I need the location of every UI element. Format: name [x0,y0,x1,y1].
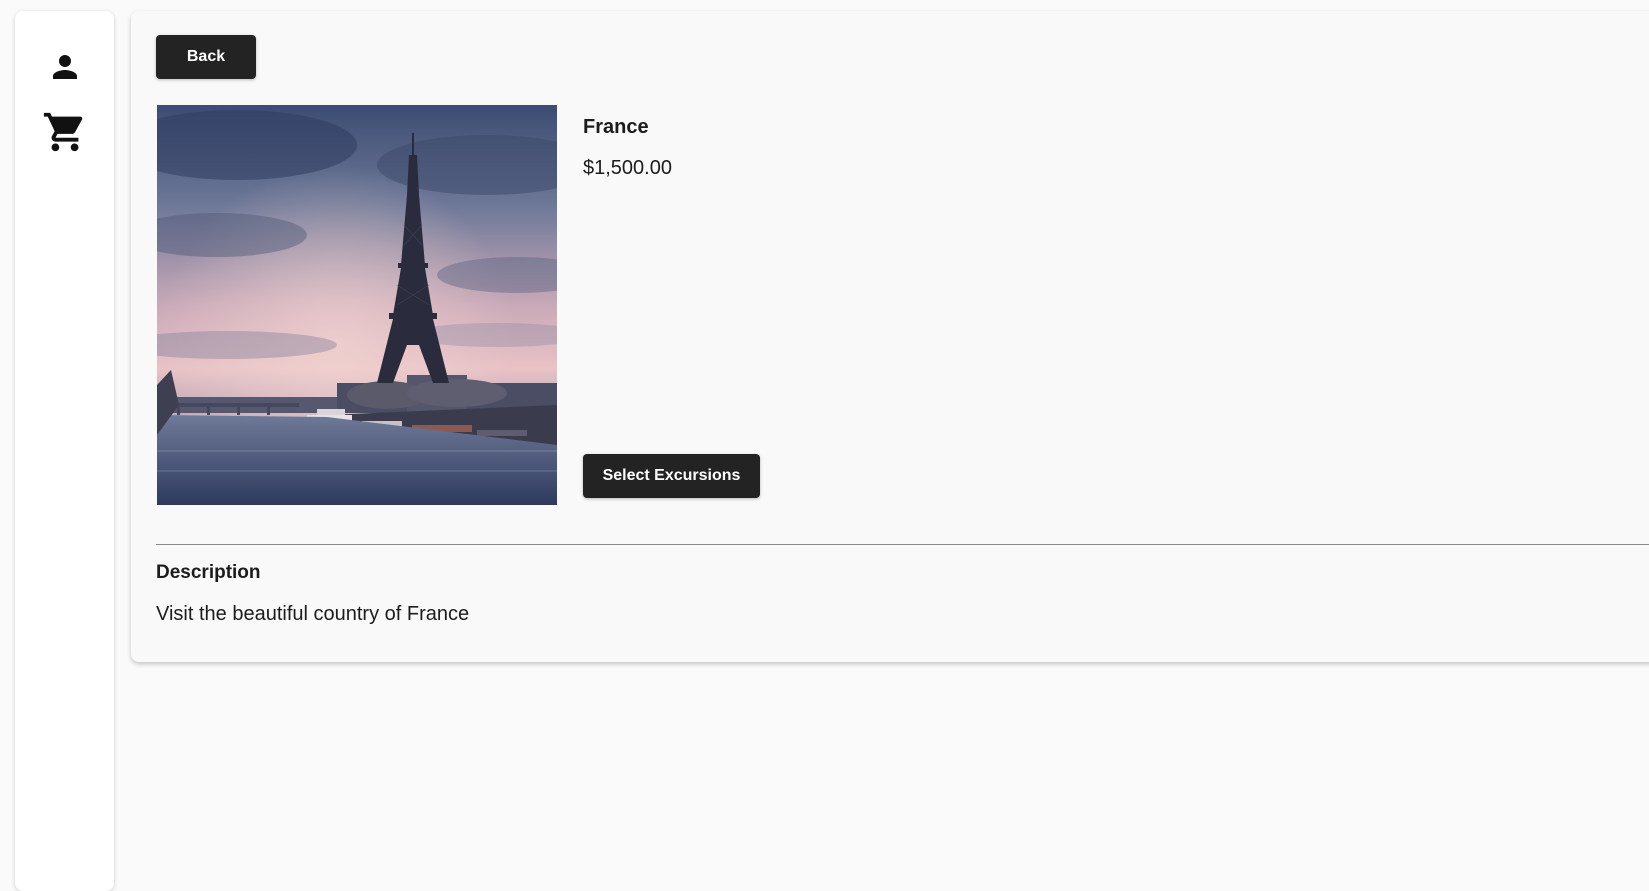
product-price: $1,500.00 [583,157,672,179]
product-title: France [583,116,649,138]
divider [156,544,1649,545]
select-excursions-button[interactable]: Select Excursions [583,454,760,498]
sidebar [15,11,114,891]
eiffel-tower-photo [157,105,557,505]
back-button[interactable]: Back [156,35,256,79]
description-heading: Description [156,562,261,583]
cart-icon[interactable] [15,109,114,155]
product-card: Back France $1,500.00 Select Excursions … [131,11,1649,662]
description-text: Visit the beautiful country of France [156,603,470,625]
person-icon[interactable] [15,49,114,85]
